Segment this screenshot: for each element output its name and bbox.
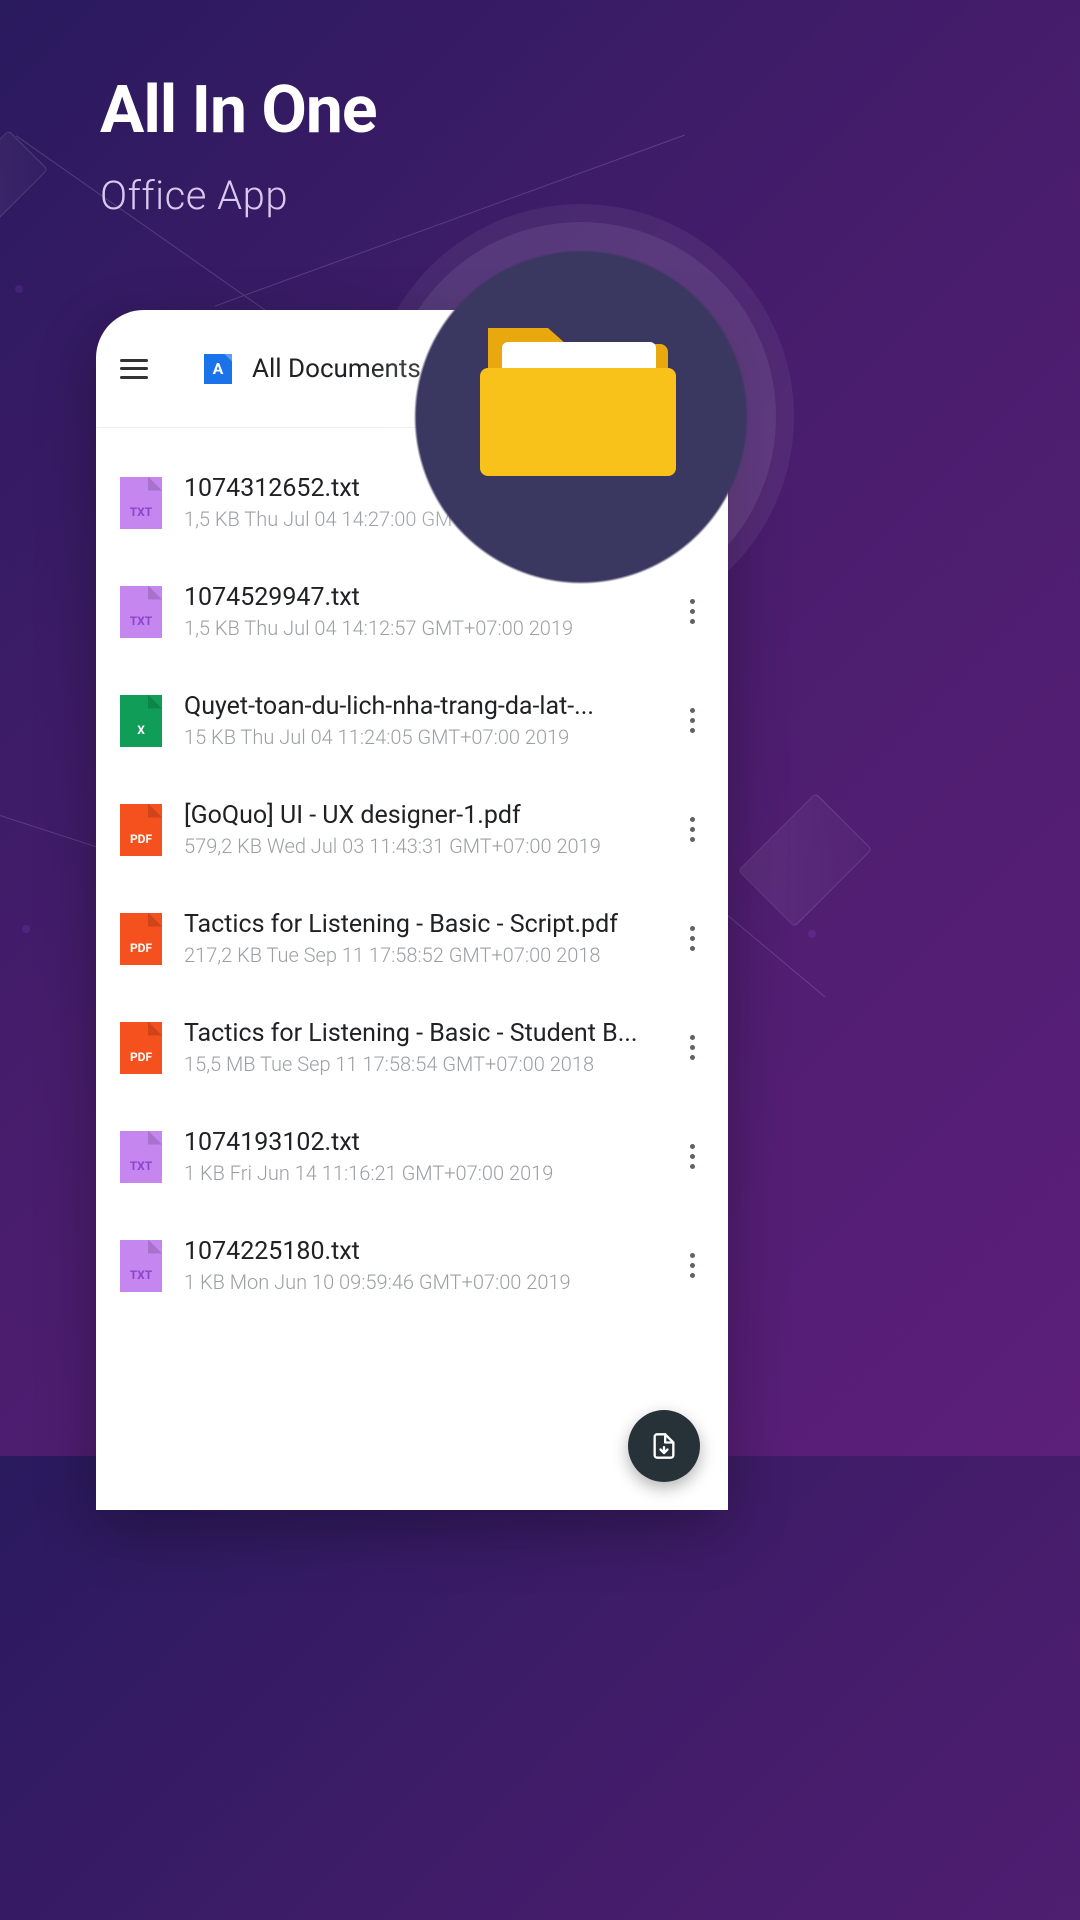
txt-file-icon: TXT xyxy=(120,586,162,638)
file-row[interactable]: TXT 1074193102.txt 1 KB Fri Jun 14 11:16:2… xyxy=(96,1102,728,1211)
pdf-file-icon: PDF xyxy=(120,804,162,856)
file-row[interactable]: TXT 1074225180.txt 1 KB Mon Jun 10 09:59:4… xyxy=(96,1211,728,1320)
file-meta: 1 KB Fri Jun 14 11:16:21 GMT+07:00 2019 xyxy=(184,1161,658,1185)
file-name: Tactics for Listening - Basic - Student … xyxy=(184,1019,658,1048)
menu-icon[interactable] xyxy=(120,359,148,379)
file-meta: 579,2 KB Wed Jul 03 11:43:31 GMT+07:00 2… xyxy=(184,834,658,858)
file-info: [GoQuo] UI - UX designer-1.pdf 579,2 KB W… xyxy=(184,801,658,858)
file-meta: 15 KB Thu Jul 04 11:24:05 GMT+07:00 2019 xyxy=(184,725,658,749)
txt-file-icon: TXT xyxy=(120,1131,162,1183)
file-row[interactable]: PDF [GoQuo] UI - UX designer-1.pdf 579,2 K… xyxy=(96,775,728,884)
txt-file-icon: TXT xyxy=(120,477,162,529)
file-info: 1074225180.txt 1 KB Mon Jun 10 09:59:46 G… xyxy=(184,1237,658,1294)
hero-title: All In One xyxy=(100,72,377,149)
file-meta: 15,5 MB Tue Sep 11 17:58:54 GMT+07:00 20… xyxy=(184,1052,658,1076)
more-options-icon[interactable] xyxy=(680,1246,704,1286)
file-info: Quyet-toan-du-lich-nha-trang-da-lat-... 1… xyxy=(184,692,658,749)
file-row[interactable]: X Quyet-toan-du-lich-nha-trang-da-lat-...… xyxy=(96,666,728,775)
file-icon-label: TXT xyxy=(120,1268,162,1282)
file-name: Tactics for Listening - Basic - Script.p… xyxy=(184,910,658,939)
file-icon-label: PDF xyxy=(120,941,162,955)
file-meta: 1 KB Mon Jun 10 09:59:46 GMT+07:00 2019 xyxy=(184,1270,658,1294)
import-file-fab[interactable] xyxy=(628,1410,700,1482)
file-info: Tactics for Listening - Basic - Student … xyxy=(184,1019,658,1076)
file-icon-label: PDF xyxy=(120,1050,162,1064)
file-icon-label: PDF xyxy=(120,832,162,846)
file-icon-label: TXT xyxy=(120,1159,162,1173)
more-options-icon[interactable] xyxy=(680,701,704,741)
file-name: [GoQuo] UI - UX designer-1.pdf xyxy=(184,801,658,830)
pdf-file-icon: PDF xyxy=(120,1022,162,1074)
file-icon-label: TXT xyxy=(120,614,162,628)
txt-file-icon: TXT xyxy=(120,1240,162,1292)
file-name: 1074225180.txt xyxy=(184,1237,658,1266)
more-options-icon[interactable] xyxy=(680,810,704,850)
more-options-icon[interactable] xyxy=(680,1137,704,1177)
pdf-file-icon: PDF xyxy=(120,913,162,965)
folder-icon xyxy=(478,308,678,484)
file-info: Tactics for Listening - Basic - Script.p… xyxy=(184,910,658,967)
folder-badge xyxy=(402,238,760,596)
xls-file-icon: X xyxy=(120,695,162,747)
hero-subtitle: Office App xyxy=(100,172,288,219)
file-row[interactable]: PDF Tactics for Listening - Basic - Scrip… xyxy=(96,884,728,993)
file-import-icon xyxy=(650,1432,678,1460)
file-name: 1074193102.txt xyxy=(184,1128,658,1157)
file-row[interactable]: PDF Tactics for Listening - Basic - Stude… xyxy=(96,993,728,1102)
more-options-icon[interactable] xyxy=(680,1028,704,1068)
more-options-icon[interactable] xyxy=(680,919,704,959)
file-info: 1074193102.txt 1 KB Fri Jun 14 11:16:21 G… xyxy=(184,1128,658,1185)
file-icon-label: TXT xyxy=(120,505,162,519)
file-meta: 217,2 KB Tue Sep 11 17:58:52 GMT+07:00 2… xyxy=(184,943,658,967)
file-name: Quyet-toan-du-lich-nha-trang-da-lat-... xyxy=(184,692,658,721)
app-logo-icon: A xyxy=(204,354,232,384)
file-icon-label: X xyxy=(120,723,162,737)
